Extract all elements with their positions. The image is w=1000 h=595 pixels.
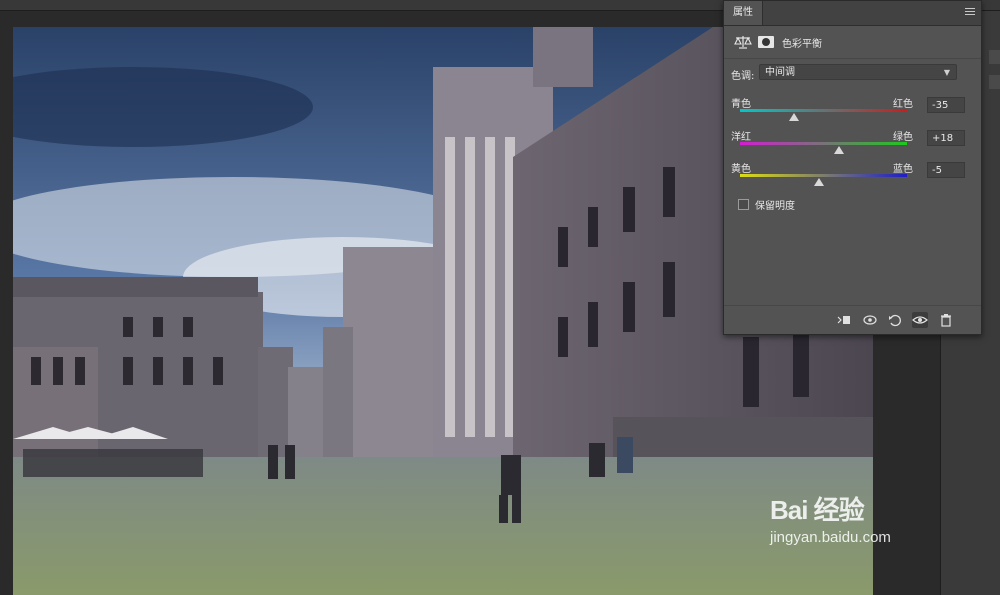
slider-thumb[interactable] xyxy=(789,113,800,121)
panel-header: 属性 xyxy=(724,1,981,26)
tab-properties[interactable]: 属性 xyxy=(724,1,763,25)
slider-right-label: 绿色 xyxy=(893,132,913,143)
panel-footer xyxy=(724,305,981,334)
reset-icon[interactable] xyxy=(887,312,903,328)
slider-thumb[interactable] xyxy=(833,146,844,154)
adjustment-header: 色彩平衡 xyxy=(734,33,822,51)
tone-select[interactable]: 中间调 ▼ xyxy=(759,64,957,80)
adjustment-title: 色彩平衡 xyxy=(782,38,822,50)
slider-cyan-red: 青色 红色 -35 xyxy=(731,95,971,125)
layer-mask-icon[interactable] xyxy=(758,36,774,48)
color-balance-icon xyxy=(734,36,752,49)
watermark-url: jingyan.baidu.com xyxy=(770,529,891,546)
slider-track[interactable] xyxy=(740,109,907,112)
slider-left-label: 洋红 xyxy=(731,132,751,143)
properties-panel: 属性 色彩平衡 色调: 中间调 ▼ 青色 红色 -35 洋红 绿色 +18 黄色 xyxy=(723,0,982,335)
slider-value-input[interactable]: -35 xyxy=(927,97,965,113)
panel-menu-icon[interactable] xyxy=(965,8,975,18)
slider-right-label: 红色 xyxy=(893,99,913,110)
dock-icon[interactable] xyxy=(989,75,1000,89)
preserve-luminosity-row[interactable]: 保留明度 xyxy=(738,197,795,212)
chevron-down-icon: ▼ xyxy=(943,68,950,77)
slider-left-label: 黄色 xyxy=(731,164,751,175)
slider-magenta-green: 洋红 绿色 +18 xyxy=(731,128,971,158)
preserve-luminosity-checkbox[interactable] xyxy=(738,199,749,210)
tone-label: 色调: xyxy=(731,71,755,82)
slider-thumb[interactable] xyxy=(814,178,825,186)
visibility-eye-icon[interactable] xyxy=(912,312,928,328)
view-previous-state-icon[interactable] xyxy=(862,312,878,328)
slider-track[interactable] xyxy=(740,142,907,145)
slider-value-input[interactable]: -5 xyxy=(927,162,965,178)
slider-track[interactable] xyxy=(740,174,907,177)
tone-select-value: 中间调 xyxy=(765,67,795,78)
dock-icon[interactable] xyxy=(989,50,1000,64)
slider-right-label: 蓝色 xyxy=(893,164,913,175)
baidu-jingyan-watermark: Bai 经验 jingyan.baidu.com xyxy=(770,490,891,546)
watermark-logo: Bai 经验 xyxy=(770,495,865,525)
slider-value-input[interactable]: +18 xyxy=(927,130,965,146)
divider xyxy=(724,58,981,59)
preserve-luminosity-label: 保留明度 xyxy=(755,201,795,212)
slider-yellow-blue: 黄色 蓝色 -5 xyxy=(731,160,971,190)
slider-left-label: 青色 xyxy=(731,99,751,110)
trash-icon[interactable] xyxy=(938,312,954,328)
clip-to-layer-icon[interactable] xyxy=(836,312,852,328)
